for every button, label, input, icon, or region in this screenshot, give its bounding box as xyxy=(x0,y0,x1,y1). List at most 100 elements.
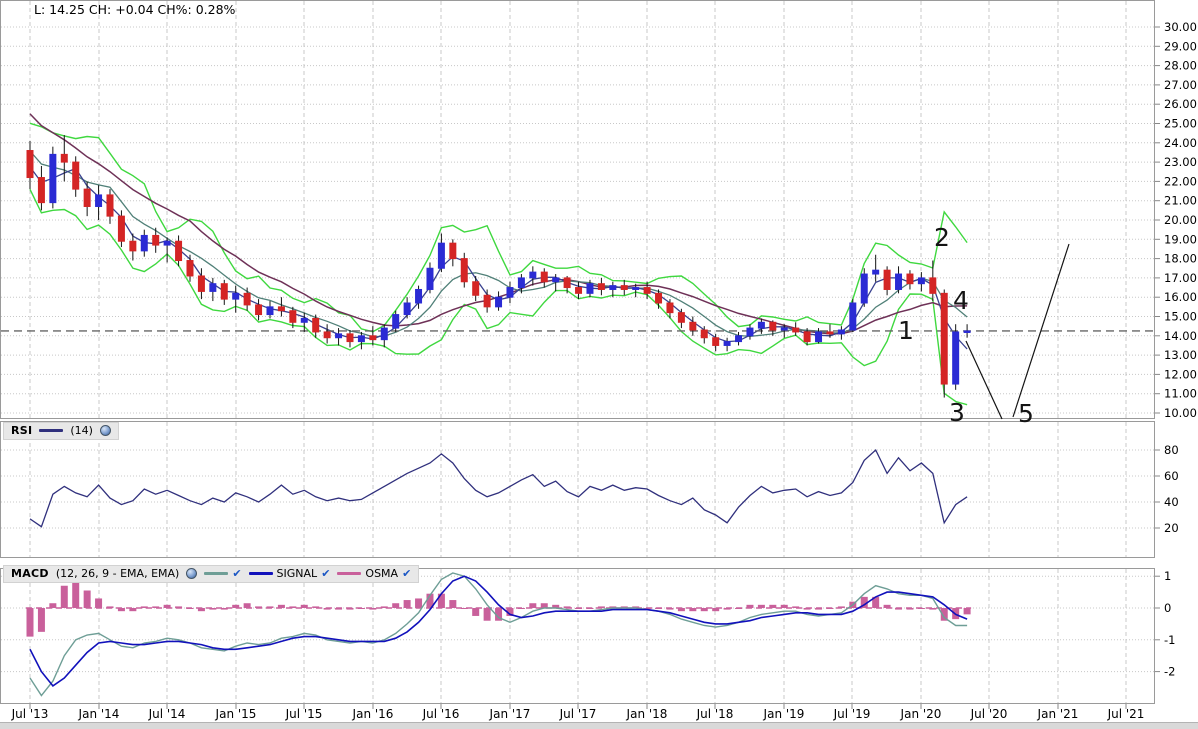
candle-up xyxy=(896,274,902,289)
candle-up xyxy=(336,334,342,338)
chart-canvas: 30.0029.0028.0027.0026.0025.0024.0023.00… xyxy=(0,0,1198,729)
x-axis-label: Jul '15 xyxy=(285,707,323,721)
macd-settings-icon[interactable] xyxy=(186,568,197,579)
osma-checkbox[interactable]: ✔ xyxy=(402,568,411,579)
osma-bar xyxy=(61,586,68,608)
candle-down xyxy=(667,303,673,313)
x-axis-label: Jul '16 xyxy=(422,707,460,721)
candle-up xyxy=(553,278,559,282)
x-axis-label: Jul '14 xyxy=(148,707,186,721)
y-axis-label: 20.00 xyxy=(1164,213,1197,227)
candle-up xyxy=(427,268,433,289)
y-axis-label: 12.00 xyxy=(1164,367,1197,381)
y-axis-label: 19.00 xyxy=(1164,232,1197,246)
x-axis-label: Jul '20 xyxy=(970,707,1008,721)
macd-line-legend: ✔ xyxy=(204,568,241,579)
osma-bar xyxy=(38,608,45,632)
candle-up xyxy=(96,195,102,207)
wave-label-2[interactable]: 2 xyxy=(934,223,950,252)
osma-bar xyxy=(72,583,79,608)
osma-bar xyxy=(472,608,479,616)
chart-application: 30.0029.0028.0027.0026.0025.0024.0023.00… xyxy=(0,0,1198,729)
y-axis-label: 24.00 xyxy=(1164,136,1197,150)
candle-down xyxy=(473,282,479,296)
candle-up xyxy=(724,342,730,346)
wave-label-5[interactable]: 5 xyxy=(1018,399,1034,428)
candle-up xyxy=(610,286,616,290)
y-axis-label: 14.00 xyxy=(1164,329,1197,343)
candle-up xyxy=(816,332,822,342)
candle-up xyxy=(141,235,147,250)
rsi-line-sample xyxy=(39,429,63,432)
signal-line-sample xyxy=(249,572,273,575)
candle-down xyxy=(827,332,833,334)
candle-up xyxy=(838,330,844,334)
candle-down xyxy=(598,284,604,290)
candle-up xyxy=(850,303,856,330)
y-axis-label: 23.00 xyxy=(1164,155,1197,169)
candle-down xyxy=(187,261,193,276)
candle-up xyxy=(210,284,216,292)
candle-up xyxy=(953,332,959,384)
y-axis-label: 80 xyxy=(1164,443,1179,457)
candle-down xyxy=(73,162,79,189)
macd-title: MACD xyxy=(11,567,49,580)
candle-up xyxy=(50,154,56,202)
candle-down xyxy=(38,178,44,203)
candle-up xyxy=(358,336,364,342)
candle-down xyxy=(884,270,890,289)
candle-down xyxy=(770,322,776,330)
osma-bar xyxy=(415,598,422,608)
candle-down xyxy=(701,330,707,338)
osma-bar xyxy=(84,591,91,608)
candle-down xyxy=(644,288,650,294)
candle-down xyxy=(176,241,182,260)
candle-down xyxy=(107,195,113,216)
candle-up xyxy=(233,293,239,299)
panel-frame xyxy=(1,1,1155,419)
candle-up xyxy=(736,336,742,342)
osma-line-sample xyxy=(337,572,361,575)
x-axis-label: Jul '19 xyxy=(833,707,871,721)
candle-down xyxy=(347,334,353,342)
osma-bar xyxy=(449,600,456,608)
candle-down xyxy=(907,274,913,284)
candle-down xyxy=(278,307,284,311)
candle-up xyxy=(164,241,170,245)
candle-down xyxy=(678,313,684,323)
rsi-params: (14) xyxy=(70,424,93,437)
candle-up xyxy=(633,288,639,290)
candle-down xyxy=(541,272,547,282)
candle-up xyxy=(530,272,536,278)
signal-legend-label: SIGNAL xyxy=(277,567,318,580)
candle-up xyxy=(587,284,593,294)
signal-line-checkbox[interactable]: ✔ xyxy=(321,568,330,579)
candle-up xyxy=(861,274,867,303)
osma-bar xyxy=(27,608,34,637)
signal-line-legend: SIGNAL ✔ xyxy=(249,567,331,580)
candle-down xyxy=(564,278,570,288)
x-axis-label: Jan '16 xyxy=(352,707,394,721)
x-axis-label: Jan '17 xyxy=(489,707,531,721)
macd-line-checkbox[interactable]: ✔ xyxy=(232,568,241,579)
candle-down xyxy=(941,293,947,384)
candle-up xyxy=(918,278,924,284)
wave-label-3[interactable]: 3 xyxy=(949,398,965,427)
candle-down xyxy=(290,311,296,323)
osma-legend-label: OSMA xyxy=(365,567,398,580)
macd-params: (12, 26, 9 - EMA, EMA) xyxy=(56,567,179,580)
candle-down xyxy=(930,278,936,293)
candle-down xyxy=(461,259,467,282)
y-axis-label: 11.00 xyxy=(1164,387,1197,401)
rsi-settings-icon[interactable] xyxy=(100,425,111,436)
osma-bar xyxy=(484,608,491,621)
candle-down xyxy=(256,305,262,315)
horizontal-scrollbar[interactable] xyxy=(0,722,1198,729)
candle-up xyxy=(507,288,513,298)
x-axis-label: Jan '19 xyxy=(763,707,805,721)
wave-label-4[interactable]: 4 xyxy=(953,286,969,315)
candle-down xyxy=(450,243,456,258)
candle-down xyxy=(690,322,696,330)
wave-label-1[interactable]: 1 xyxy=(898,316,914,345)
candle-up xyxy=(404,303,410,315)
